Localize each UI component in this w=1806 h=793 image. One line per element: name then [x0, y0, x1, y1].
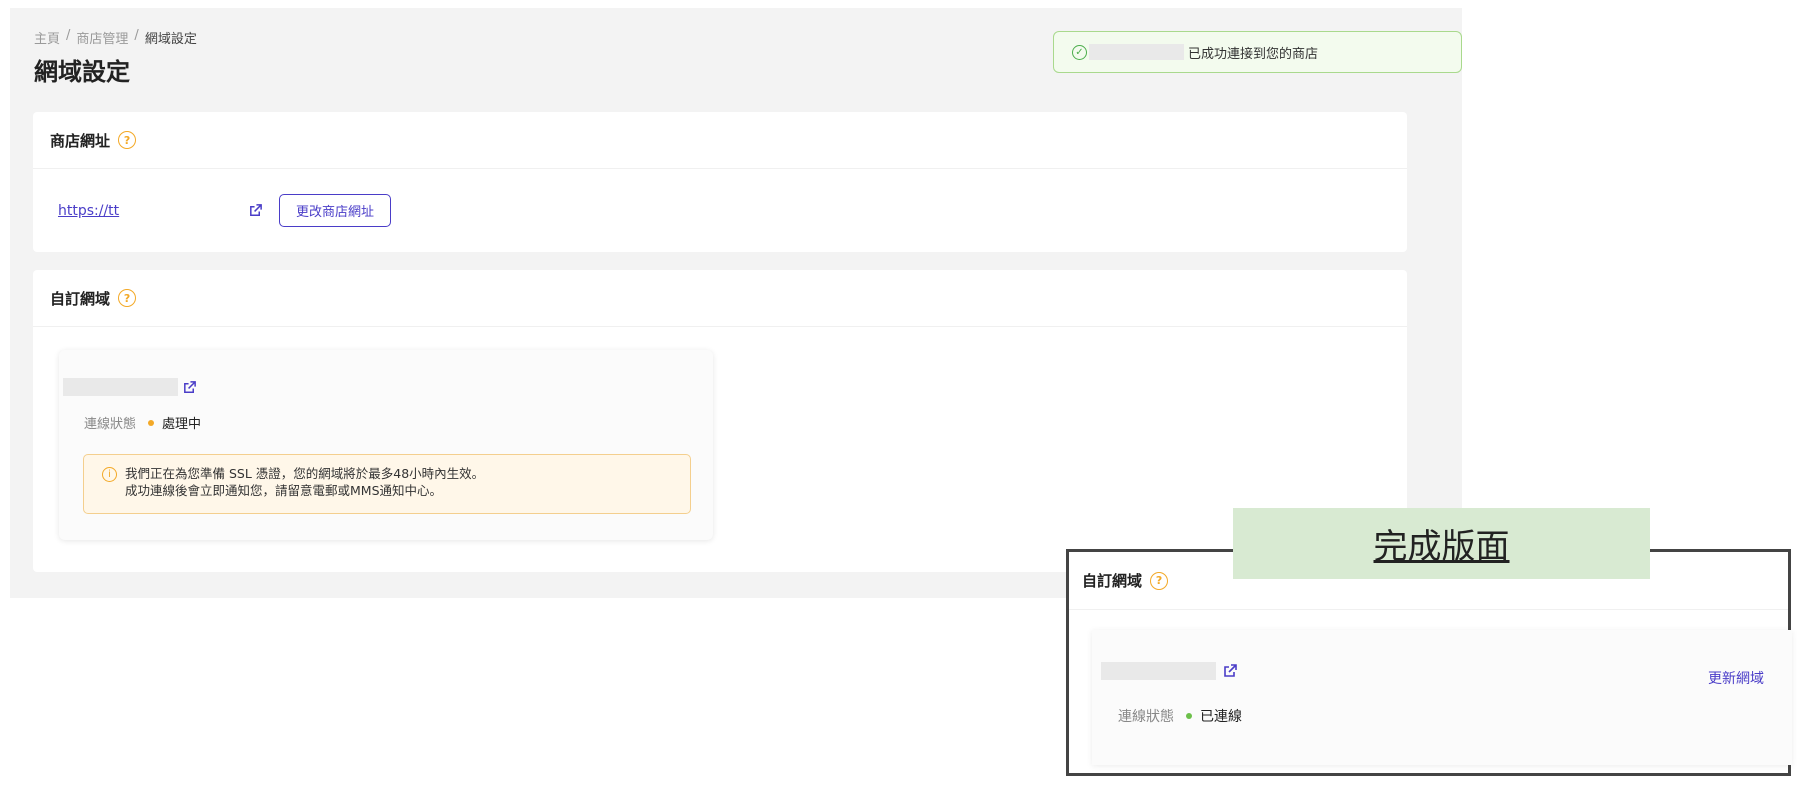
status-dot-pending	[148, 419, 155, 426]
ssl-notice-line1: 我們正在為您準備 SSL 憑證，您的網域將於最多48小時內生效。	[125, 466, 485, 481]
custom-domain-card: 自訂網域 ? 連線狀態 處理中 i 我們正在為您準備 SSL 憑證，您的網域將於…	[33, 270, 1407, 572]
completed-preview-title: 自訂網域	[1082, 572, 1143, 590]
completed-domain-name-row	[1101, 662, 1238, 680]
change-store-url-button[interactable]: 更改商店網址	[279, 194, 392, 227]
completed-status-row: 連線狀態 已連線	[1118, 706, 1242, 726]
success-toast: ✓ 已成功連接到您的商店	[1053, 31, 1462, 73]
ssl-notice-line2: 成功連線後會立即通知您，請留意電郵或MMS通知中心。	[125, 483, 443, 498]
connection-status-label: 連線狀態	[84, 417, 137, 432]
breadcrumb-separator: /	[66, 28, 71, 43]
completed-preview: 自訂網域 ? 更新網域 連線狀態 已連線	[1066, 549, 1792, 776]
redacted-domain-name	[1101, 662, 1216, 680]
breadcrumb-store[interactable]: 商店管理	[76, 28, 128, 47]
check-circle-icon: ✓	[1072, 44, 1087, 60]
ssl-notice: i 我們正在為您準備 SSL 憑證，您的網域將於最多48小時內生效。 成功連線後…	[83, 454, 691, 514]
custom-domain-card-title: 自訂網域	[50, 289, 111, 308]
info-circle-icon: i	[102, 467, 117, 482]
status-dot-connected	[1186, 713, 1192, 719]
external-link-icon[interactable]	[1222, 663, 1238, 679]
question-circle-icon[interactable]: ?	[118, 131, 137, 149]
update-domain-link[interactable]: 更新網域	[1708, 668, 1764, 688]
external-link-icon[interactable]	[182, 380, 197, 395]
store-url-card-header: 商店網址 ?	[33, 112, 1407, 169]
connection-status-row: 連線狀態 處理中	[84, 413, 201, 432]
store-url-card-title: 商店網址	[50, 131, 111, 150]
breadcrumb-home[interactable]: 主頁	[34, 28, 60, 47]
breadcrumb-current: 網域設定	[144, 32, 197, 47]
connection-status-value: 已連線	[1200, 709, 1242, 725]
store-url-link[interactable]: https://tt	[58, 203, 248, 219]
domain-item: 連線狀態 處理中 i 我們正在為您準備 SSL 憑證，您的網域將於最多48小時內…	[59, 350, 713, 540]
completed-domain-item: 更新網域 連線狀態 已連線	[1092, 630, 1792, 765]
store-url-card: 商店網址 ? https://tt 更改商店網址	[33, 112, 1407, 252]
connection-status-label: 連線狀態	[1118, 709, 1174, 725]
question-circle-icon[interactable]: ?	[1150, 571, 1169, 590]
redacted-store-name	[1089, 44, 1184, 60]
connection-status-value: 處理中	[162, 417, 202, 432]
external-link-icon[interactable]	[248, 203, 263, 218]
domain-name-row	[63, 378, 197, 396]
page-title: 網域設定	[34, 58, 130, 86]
custom-domain-card-header: 自訂網域 ?	[33, 270, 1407, 327]
breadcrumb-separator: /	[134, 28, 139, 43]
breadcrumb: 主頁 / 商店管理 / 網域設定	[34, 28, 197, 47]
completed-layout-banner: 完成版面	[1233, 508, 1650, 579]
redacted-domain-name	[63, 378, 178, 396]
toast-message: 已成功連接到您的商店	[1188, 46, 1319, 62]
question-circle-icon[interactable]: ?	[118, 289, 137, 307]
store-url-row: https://tt 更改商店網址	[58, 194, 392, 227]
